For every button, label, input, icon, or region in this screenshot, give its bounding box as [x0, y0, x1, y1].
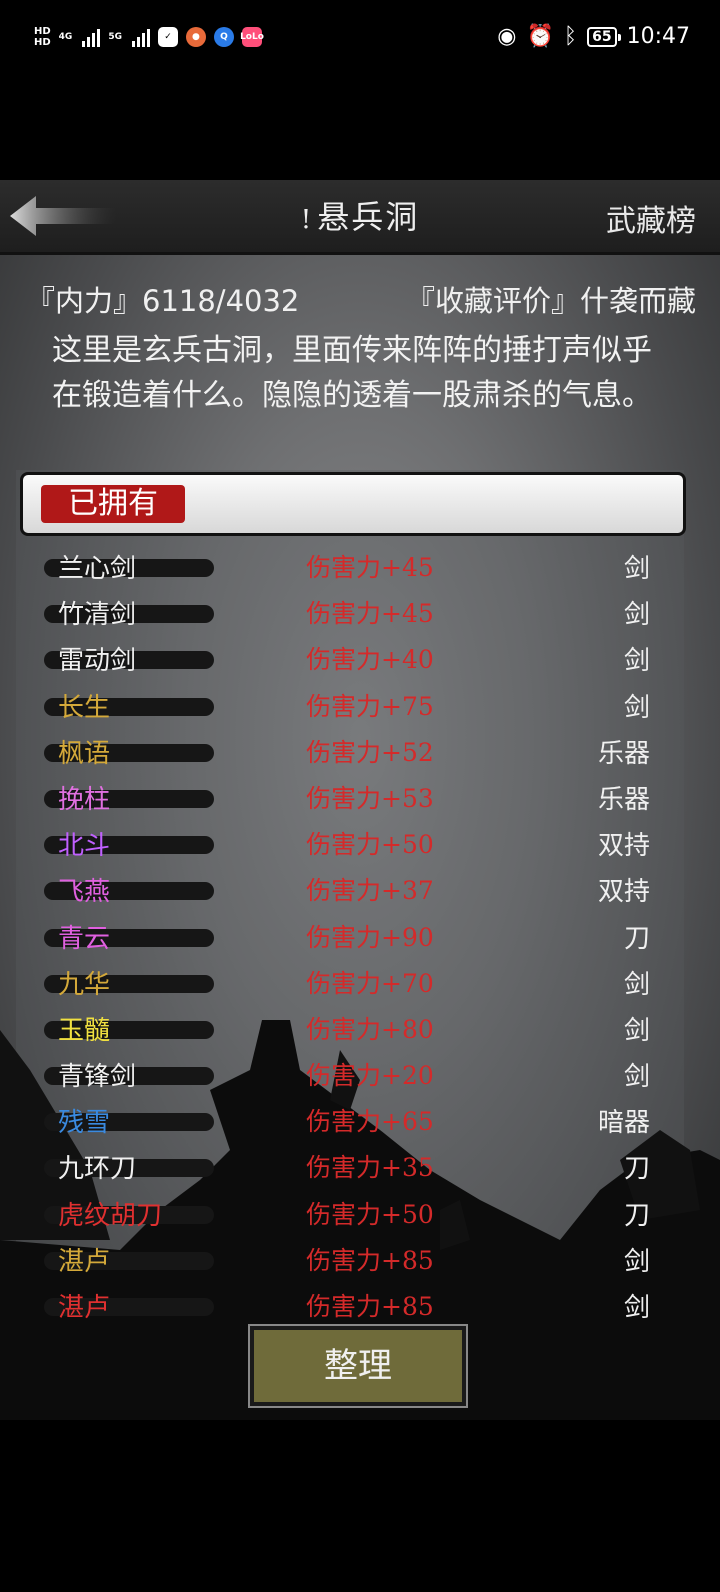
weapon-damage: 伤害力+70 — [306, 968, 434, 998]
app-notification-icon: ● — [185, 27, 206, 47]
alarm-icon: ⏰ — [526, 24, 554, 49]
top-bar: ! 悬兵洞 武藏榜 — [0, 180, 720, 255]
weapon-row[interactable]: 挽柱 伤害力+53 乐器 — [40, 775, 670, 821]
weapon-name: 挽柱 — [58, 784, 111, 815]
app-notification-icon: Q — [213, 27, 234, 47]
weapon-row[interactable]: 玉髓 伤害力+80 剑 — [40, 1006, 670, 1052]
weapon-type: 双持 — [597, 877, 650, 908]
signal-icon — [131, 27, 150, 47]
app-notification-icon: ✓ — [157, 27, 178, 47]
hd-indicators: HD HD — [34, 26, 51, 48]
page-title-text: 悬兵洞 — [317, 198, 420, 236]
weapon-row[interactable]: 长生 伤害力+75 剑 — [40, 683, 670, 729]
weapon-name: 九华 — [58, 969, 111, 1000]
game-screen: ! 悬兵洞 武藏榜 『内力』6118/4032 『收藏评价』什袭而藏 这里是玄兵古… — [0, 180, 720, 1420]
weapon-name: 兰心剑 — [58, 554, 137, 584]
hd-indicator: HD — [34, 37, 51, 48]
battery-icon: 65 — [587, 26, 622, 47]
weapon-damage: 伤害力+50 — [306, 830, 434, 860]
clock: 10:47 — [626, 24, 690, 49]
weapon-type: 乐器 — [597, 784, 650, 815]
network-type-label: 5G — [108, 32, 122, 42]
weapon-type: 双持 — [597, 831, 650, 862]
neili-stat: 『内力』6118/4032 — [26, 284, 300, 318]
weapon-row[interactable]: 青锋剑 伤害力+20 剑 — [40, 1052, 670, 1098]
weapon-list: 兰心剑 伤害力+45 剑竹清剑 伤害力+45 剑雷动剑 伤害力+40 剑长生 伤害力+75 剑枫… — [40, 544, 670, 1329]
weapon-row[interactable]: 飞燕 伤害力+37 双持 — [40, 867, 670, 913]
weapon-type: 剑 — [623, 1015, 650, 1046]
weapon-damage: 伤害力+80 — [306, 1014, 434, 1044]
weapon-damage: 伤害力+90 — [306, 922, 434, 952]
hd-indicator: HD — [34, 26, 51, 37]
status-right-group: ◉ ⏰ ᛒ 65 10:47 — [497, 24, 690, 49]
collection-rating: 『收藏评价』什袭而藏 — [405, 284, 696, 318]
sort-button[interactable]: 整理 — [248, 1324, 468, 1408]
network-type-label: 4G — [58, 32, 73, 42]
weapon-type: 剑 — [623, 969, 650, 1000]
tab-bar: 已拥有 — [20, 472, 686, 536]
weapon-type: 暗器 — [597, 1108, 650, 1139]
weapon-name: 枫语 — [58, 738, 111, 769]
tab-owned[interactable]: 已拥有 — [41, 485, 185, 523]
weapon-type: 剑 — [623, 600, 650, 631]
signal-icon — [82, 27, 101, 47]
bluetooth-icon: ᛒ — [563, 24, 578, 49]
weapon-type: 刀 — [623, 1200, 650, 1231]
status-bar: HD HD 4G 5G ✓ ● Q LoLo ◉ ⏰ ᛒ 65 10:47 — [0, 0, 720, 80]
weapon-row[interactable]: 湛卢 伤害力+85 剑 — [40, 1237, 670, 1283]
weapon-damage: 伤害力+65 — [306, 1107, 434, 1137]
weapon-type: 剑 — [623, 1293, 650, 1323]
weapon-type: 刀 — [623, 923, 650, 954]
weapon-type: 剑 — [623, 1246, 650, 1277]
weapon-row[interactable]: 残雪 伤害力+65 暗器 — [40, 1098, 670, 1144]
weapon-name: 九环刀 — [58, 1154, 137, 1185]
weapon-damage: 伤害力+53 — [306, 783, 434, 813]
weapon-damage: 伤害力+35 — [306, 1153, 434, 1183]
location-description: 这里是玄兵古洞，里面传来阵阵的捶打声似乎在锻造着什么。隐隐的透着一股肃杀的气息。 — [52, 333, 652, 413]
weapon-damage: 伤害力+85 — [306, 1245, 434, 1275]
weapon-row[interactable]: 竹清剑 伤害力+45 剑 — [40, 590, 670, 636]
weapon-damage: 伤害力+20 — [306, 1061, 434, 1091]
weapon-name: 残雪 — [58, 1108, 111, 1139]
weapon-damage: 伤害力+45 — [306, 553, 434, 582]
weapon-name: 长生 — [58, 692, 111, 723]
weapon-row[interactable]: 虎纹胡刀 伤害力+50 刀 — [40, 1191, 670, 1237]
weapon-type: 刀 — [623, 1154, 650, 1185]
weapon-damage: 伤害力+52 — [306, 737, 434, 767]
app-notification-icon: LoLo — [240, 27, 264, 47]
status-left-group: HD HD 4G 5G ✓ ● Q LoLo — [34, 26, 264, 48]
weapon-name: 玉髓 — [58, 1015, 111, 1046]
weapon-damage: 伤害力+50 — [306, 1199, 434, 1229]
weapon-damage: 伤害力+40 — [306, 645, 434, 675]
weapon-row[interactable]: 九环刀 伤害力+35 刀 — [40, 1144, 670, 1190]
rank-button[interactable]: 武藏榜 — [606, 196, 696, 240]
weapon-name: 雷动剑 — [58, 646, 137, 677]
weapon-name: 飞燕 — [58, 877, 111, 908]
weapon-type: 剑 — [623, 554, 650, 584]
weapon-row[interactable]: 雷动剑 伤害力+40 剑 — [40, 636, 670, 682]
weapon-row[interactable]: 青云 伤害力+90 刀 — [40, 914, 670, 960]
weapon-name: 青云 — [58, 923, 111, 954]
eye-icon: ◉ — [497, 24, 517, 49]
weapon-name: 湛卢 — [58, 1246, 111, 1277]
weapon-name: 虎纹胡刀 — [58, 1200, 163, 1231]
weapon-row[interactable]: 北斗 伤害力+50 双持 — [40, 821, 670, 867]
weapon-type: 剑 — [623, 692, 650, 723]
weapon-name: 北斗 — [58, 831, 111, 862]
weapon-name: 湛卢 — [58, 1293, 111, 1323]
weapon-row[interactable]: 兰心剑 伤害力+45 剑 — [40, 544, 670, 590]
weapon-row[interactable]: 枫语 伤害力+52 乐器 — [40, 729, 670, 775]
weapon-damage: 伤害力+85 — [306, 1292, 434, 1321]
weapon-damage: 伤害力+37 — [306, 876, 434, 906]
weapon-type: 剑 — [623, 646, 650, 677]
weapon-type: 剑 — [623, 1062, 650, 1093]
weapon-name: 青锋剑 — [58, 1062, 137, 1093]
weapon-row[interactable]: 九华 伤害力+70 剑 — [40, 960, 670, 1006]
weapon-damage: 伤害力+75 — [306, 691, 434, 721]
title-mark: ! — [300, 205, 314, 235]
weapon-type: 乐器 — [597, 738, 650, 769]
weapon-damage: 伤害力+45 — [306, 599, 434, 629]
weapon-name: 竹清剑 — [58, 600, 137, 631]
weapon-row[interactable]: 湛卢 伤害力+85 剑 — [40, 1283, 670, 1329]
